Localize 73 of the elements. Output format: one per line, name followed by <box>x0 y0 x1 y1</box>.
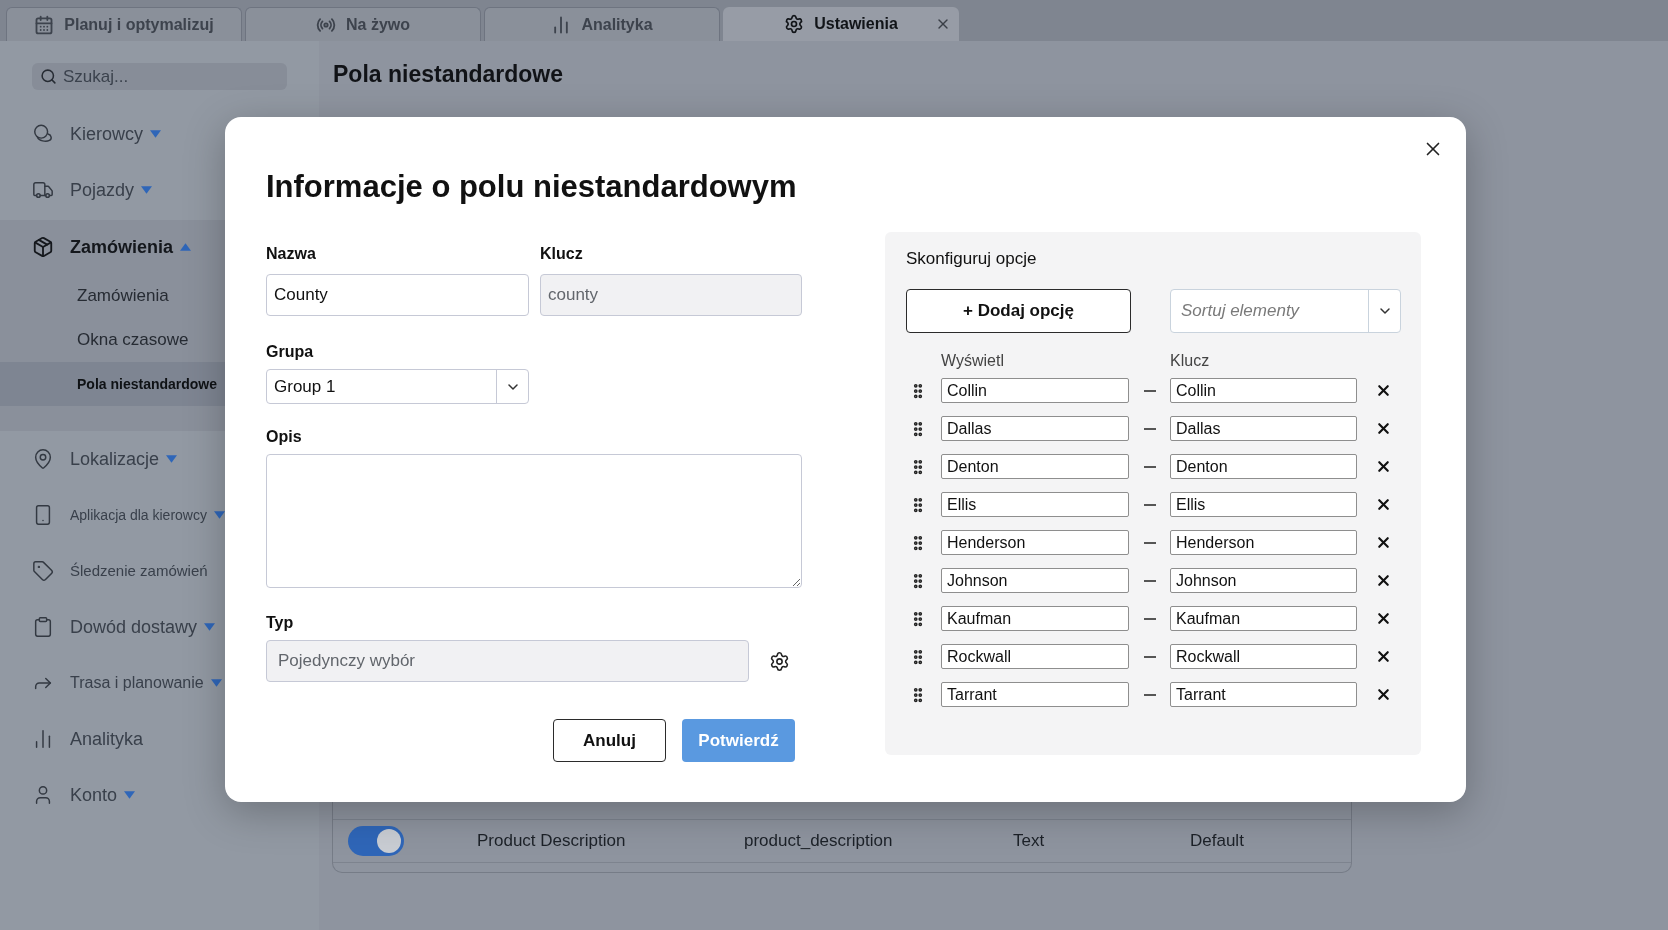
display-field[interactable]: Tarrant <box>941 682 1129 707</box>
field-label: Nazwa <box>266 244 316 264</box>
remove-icon[interactable] <box>1375 610 1392 627</box>
key-field[interactable]: Collin <box>1170 378 1357 403</box>
dash-icon <box>1143 693 1156 696</box>
toggle-switch[interactable] <box>348 826 404 856</box>
table-cell-text: Text <box>1013 830 1046 853</box>
field-label: Opis <box>266 427 302 447</box>
remove-icon[interactable] <box>1375 420 1392 437</box>
key-field[interactable]: Henderson <box>1170 530 1357 555</box>
remove-icon[interactable] <box>1375 686 1392 703</box>
description-field[interactable] <box>266 454 802 588</box>
loop-shape-icon <box>32 123 54 145</box>
display-field[interactable]: Kaufman <box>941 606 1129 631</box>
field-label: Typ <box>266 613 294 633</box>
box-icon <box>32 236 54 258</box>
dash-icon <box>1143 579 1156 582</box>
display-field[interactable]: Ellis <box>941 492 1129 517</box>
calendar-icon <box>34 14 55 35</box>
remove-icon[interactable] <box>1375 572 1392 589</box>
key-field[interactable]: Denton <box>1170 454 1357 479</box>
sort-select[interactable]: Sortuj elementy <box>1170 289 1401 333</box>
dash-icon <box>1143 617 1156 620</box>
table-cell-text: Default <box>1190 830 1245 853</box>
name-field[interactable]: County <box>266 274 529 316</box>
sidebar-item[interactable]: Kierowcy <box>0 106 319 162</box>
display-field[interactable]: Johnson <box>941 568 1129 593</box>
dialog-title: Informacje o polu niestandardowym <box>266 168 797 206</box>
key-field[interactable]: Rockwall <box>1170 644 1357 669</box>
dash-icon <box>1143 389 1156 392</box>
field-label: Grupa <box>266 342 314 362</box>
page-title: Pola niestandardowe <box>333 60 564 88</box>
column-header: Wyświetl <box>941 352 1005 370</box>
map-pin-icon <box>32 448 54 470</box>
panel-title: Skonfiguruj opcje <box>906 249 1037 269</box>
display-field[interactable]: Dallas <box>941 416 1129 441</box>
column-header: Klucz <box>1170 352 1210 370</box>
truck-icon <box>32 179 54 201</box>
remove-icon[interactable] <box>1375 496 1392 513</box>
search-icon <box>40 68 57 85</box>
display-field[interactable]: Collin <box>941 378 1129 403</box>
dash-icon <box>1143 541 1156 544</box>
key-field[interactable]: Johnson <box>1170 568 1357 593</box>
dash-icon <box>1143 655 1156 658</box>
add-option-button[interactable]: + Dodaj opcję <box>906 289 1131 333</box>
sidebar-item[interactable]: Analityka <box>0 711 319 767</box>
table-cell-text: Product Description <box>477 830 627 853</box>
settings-icon <box>784 14 805 34</box>
sidebar-item[interactable]: Aplikacja dla kierowcy <box>0 487 319 543</box>
key-field[interactable]: Dallas <box>1170 416 1357 441</box>
dash-icon <box>1143 465 1156 468</box>
display-field[interactable]: Rockwall <box>941 644 1129 669</box>
key-field[interactable]: Kaufman <box>1170 606 1357 631</box>
remove-icon[interactable] <box>1375 382 1392 399</box>
tag-icon <box>32 560 54 582</box>
remove-icon[interactable] <box>1375 534 1392 551</box>
clipboard-icon <box>32 616 54 638</box>
display-field[interactable]: Henderson <box>941 530 1129 555</box>
sidebar-item[interactable]: Konto <box>0 767 319 823</box>
field-label: Klucz <box>540 244 583 264</box>
table-cell-text: product_description <box>744 830 894 853</box>
group-select[interactable]: Group 1 <box>266 369 529 404</box>
dash-icon <box>1143 427 1156 430</box>
key-field[interactable]: Tarrant <box>1170 682 1357 707</box>
key-field[interactable]: Ellis <box>1170 492 1357 517</box>
dash-icon <box>1143 503 1156 506</box>
display-field[interactable]: Denton <box>941 454 1129 479</box>
remove-icon[interactable] <box>1375 648 1392 665</box>
cancel-button[interactable]: Anuluj <box>553 719 666 762</box>
settings-icon[interactable] <box>769 650 790 672</box>
tab[interactable]: Ustawienia <box>723 7 959 41</box>
sidebar-item[interactable]: Śledzenie zamówień <box>0 543 319 599</box>
remove-icon[interactable] <box>1375 458 1392 475</box>
